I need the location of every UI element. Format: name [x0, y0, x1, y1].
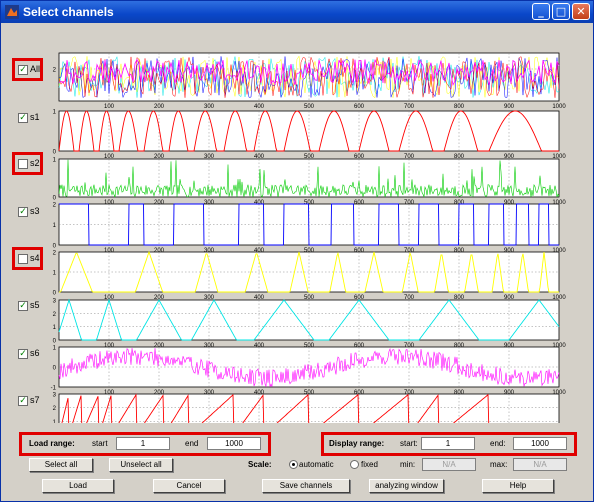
display-start-label: start:: [400, 439, 418, 448]
window-title: Select channels: [23, 5, 114, 19]
display-end-label: end:: [490, 439, 506, 448]
y-tick-label: 2: [53, 251, 57, 257]
select-channels-window: Select channels _ □ ✕ 2 100 200 300 400 500 60…: [0, 0, 594, 502]
x-tick-label: 600: [354, 104, 365, 110]
channel-plot-s4: 012100 200 300 400 500 600 700 800 900 1000: [53, 251, 567, 302]
x-tick-label: 1000: [552, 104, 566, 110]
maximize-button[interactable]: □: [552, 3, 570, 20]
channel-plot-s6: -101100 200 300 400 500 600 700 800 900 1000: [51, 346, 567, 397]
channel-plot-All: 2 100 200 300 400 500 600 700 800 900 1000: [53, 52, 566, 110]
x-tick-label: 900: [504, 104, 515, 110]
load-start-input[interactable]: 1: [116, 437, 170, 450]
y-tick-label: 1: [53, 158, 57, 164]
y-tick-label: 1: [53, 271, 57, 277]
title-bar[interactable]: Select channels _ □ ✕: [1, 1, 593, 23]
x-tick-label: 300: [204, 104, 215, 110]
x-tick-label: 200: [154, 104, 165, 110]
display-range-label: Display range:: [329, 439, 385, 448]
channel-plots: 2100 200 300 400 500 600 700 800 900 100001100 200…: [51, 52, 567, 423]
load-start-label: start: [92, 439, 108, 448]
y-tick-label: 3: [53, 299, 57, 305]
scale-min-label: min:: [400, 460, 416, 469]
select-all-button[interactable]: Select all: [29, 458, 93, 472]
y-tick-label: 0: [53, 366, 57, 372]
load-range-label: Load range:: [29, 439, 75, 448]
scale-max-input[interactable]: N/A: [513, 458, 567, 471]
channel-label-s6: s6: [30, 348, 40, 358]
y-tick-label: 1: [53, 346, 57, 352]
y-tick-label: 0: [53, 196, 57, 202]
scale-automatic-radio[interactable]: [289, 460, 298, 469]
y-tick-label: 0: [53, 339, 57, 345]
close-button[interactable]: ✕: [572, 3, 590, 20]
channel-label-s5: s5: [30, 300, 40, 310]
channel-checkbox-s3[interactable]: ✓: [18, 207, 28, 217]
scale-min-input[interactable]: N/A: [422, 458, 476, 471]
channel-label-s3: s3: [30, 206, 40, 216]
channel-label-s1: s1: [30, 112, 40, 122]
minimize-button[interactable]: _: [532, 3, 550, 20]
channel-highlight-s4: [12, 247, 43, 270]
scale-fixed-radio[interactable]: [350, 460, 359, 469]
load-end-label: end: [185, 439, 199, 448]
channel-checkbox-s7[interactable]: ✓: [18, 396, 28, 406]
channel-plot-s1: 01100 200 300 400 500 600 700 800 900 1000: [53, 110, 567, 161]
y-tick-label: 0: [53, 150, 57, 156]
scale-automatic-label: automatic: [299, 460, 334, 469]
y-tick-label: 2: [53, 203, 57, 209]
load-end-input[interactable]: 1000: [207, 437, 261, 450]
y-tick-label: 2: [53, 68, 57, 74]
channel-plot-s7: 01231002003004005006007008009001000: [53, 393, 560, 423]
channel-highlight-All: [12, 58, 43, 81]
y-tick-label: 2: [53, 312, 57, 318]
channel-plot-s3: 012100 200 300 400 500 600 700 800 900 1000: [53, 203, 567, 255]
x-tick-label: 500: [304, 104, 315, 110]
cancel-button[interactable]: Cancel: [153, 479, 225, 493]
scale-fixed-label: fixed: [361, 460, 378, 469]
help-button[interactable]: Help: [482, 479, 554, 493]
display-end-input[interactable]: 1000: [513, 437, 567, 450]
analyzing-window-button[interactable]: analyzing window: [369, 479, 444, 493]
y-tick-label: 3: [53, 393, 57, 399]
channel-highlight-s2: [12, 152, 43, 175]
x-tick-label: 100: [104, 104, 115, 110]
y-tick-label: -1: [51, 386, 57, 392]
channel-plot-s5: 0123100 200 300 400 500 600 700 800 900 1000: [53, 298, 566, 349]
x-tick-label: 800: [454, 104, 465, 110]
display-start-input[interactable]: 1: [421, 437, 475, 450]
unselect-all-button[interactable]: Unselect all: [109, 458, 173, 472]
load-button[interactable]: Load: [42, 479, 114, 493]
x-tick-label: 700: [404, 104, 415, 110]
y-tick-label: 1: [53, 223, 57, 229]
y-tick-label: 2: [53, 406, 57, 412]
channel-checkbox-s6[interactable]: ✓: [18, 349, 28, 359]
channel-label-s7: s7: [30, 395, 40, 405]
y-tick-label: 1: [53, 325, 57, 331]
scale-label: Scale:: [248, 460, 272, 469]
save-channels-button[interactable]: Save channels: [262, 479, 350, 493]
channel-plot-s2: 01100 200 300 400 500 600 700 800 900 1000: [53, 158, 567, 207]
y-tick-label: 1: [53, 420, 57, 423]
scale-max-label: max:: [490, 460, 508, 469]
y-tick-label: 0: [53, 291, 57, 297]
y-tick-label: 0: [53, 244, 57, 250]
channel-checkbox-s5[interactable]: ✓: [18, 301, 28, 311]
y-tick-label: 1: [53, 110, 57, 116]
x-tick-label: 400: [254, 104, 265, 110]
matlab-icon: [5, 5, 19, 19]
channel-checkbox-s1[interactable]: ✓: [18, 113, 28, 123]
